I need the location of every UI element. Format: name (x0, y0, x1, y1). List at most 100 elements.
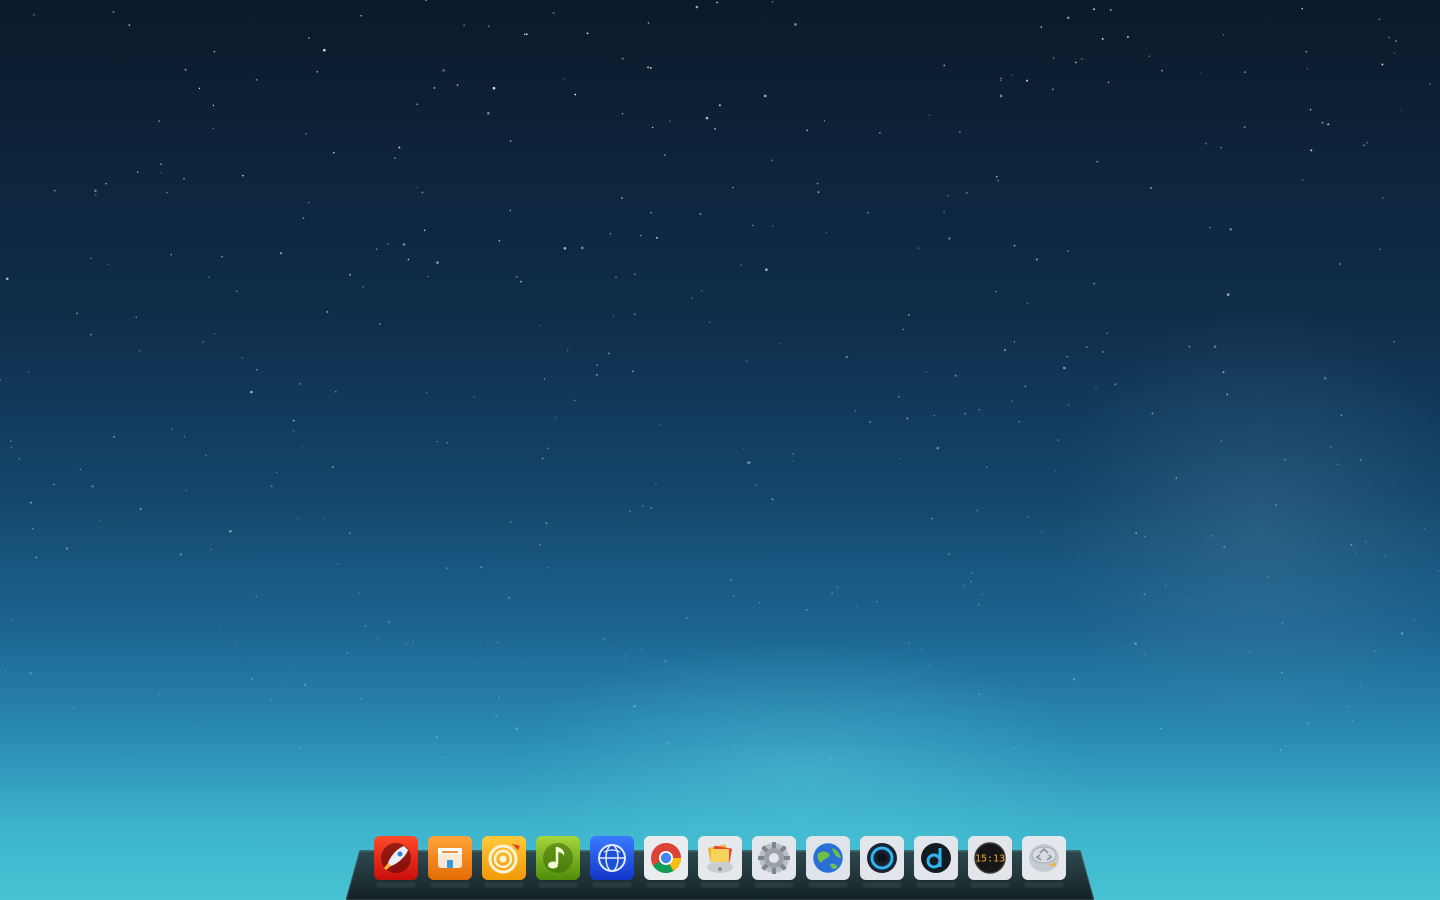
dock-item-trash[interactable] (1022, 836, 1066, 888)
star (480, 565, 483, 569)
star (1429, 714, 1431, 717)
star (943, 64, 946, 67)
star (977, 603, 980, 606)
star (1279, 749, 1282, 752)
star (35, 556, 38, 559)
dock-item-browser[interactable] (590, 836, 634, 888)
star (633, 313, 636, 316)
star (160, 172, 162, 174)
star (1041, 531, 1043, 534)
star (302, 445, 304, 447)
star (1134, 642, 1137, 645)
star (442, 69, 445, 72)
star (1429, 83, 1431, 85)
star (387, 620, 391, 624)
star (898, 704, 900, 706)
dock-item-clock[interactable]: 15:13 (968, 836, 1012, 888)
star (1365, 541, 1367, 543)
star (498, 696, 500, 699)
dock-item-photo-viewer[interactable] (698, 836, 742, 888)
star (79, 468, 81, 471)
star (1226, 393, 1229, 396)
star (1404, 744, 1407, 747)
star (976, 509, 979, 512)
star (1306, 68, 1308, 70)
dock-item-file-manager[interactable] (428, 836, 472, 888)
star (292, 430, 295, 432)
star (1339, 263, 1342, 265)
star (1013, 341, 1016, 343)
star (509, 209, 511, 212)
star (522, 660, 525, 663)
star (691, 297, 694, 299)
star (1135, 532, 1138, 535)
star (487, 111, 490, 115)
star (642, 504, 644, 507)
star (378, 323, 381, 325)
star (416, 186, 418, 189)
dock-item-media-player[interactable] (482, 836, 526, 888)
star (376, 638, 379, 640)
star (427, 275, 429, 278)
star (73, 706, 76, 709)
star (962, 584, 965, 587)
dock-item-launcher[interactable] (374, 836, 418, 888)
desktop[interactable]: 15:13 (0, 0, 1440, 900)
star (436, 261, 439, 264)
star (1350, 544, 1353, 546)
star (997, 179, 999, 182)
star (1095, 388, 1097, 390)
star (647, 22, 650, 24)
star (1026, 79, 1028, 82)
star (210, 548, 212, 550)
star (629, 510, 631, 513)
star (1109, 9, 1112, 11)
star (1072, 678, 1076, 681)
star (1355, 551, 1358, 554)
star (486, 641, 489, 643)
star (298, 382, 301, 385)
dock-item-reflection (862, 882, 902, 888)
star (1360, 684, 1362, 686)
star (303, 657, 305, 660)
star (1306, 722, 1309, 725)
star (32, 527, 34, 530)
gear-icon (752, 836, 796, 880)
star (771, 498, 774, 501)
star (1000, 79, 1002, 82)
dock-item-video-player[interactable] (860, 836, 904, 888)
star (113, 435, 115, 438)
star (856, 605, 858, 607)
star (733, 595, 735, 597)
star (346, 652, 348, 655)
star (667, 742, 670, 744)
dock-item-deepin-music[interactable] (914, 836, 958, 888)
star (275, 471, 278, 474)
dock-item-system-settings[interactable] (752, 836, 796, 888)
star (596, 364, 598, 366)
star (523, 33, 526, 35)
star (631, 370, 634, 373)
star (407, 258, 410, 261)
star (307, 201, 310, 204)
star (655, 483, 657, 485)
star (1351, 719, 1354, 722)
star (1188, 345, 1191, 348)
trash-icon (1022, 836, 1066, 880)
folder-box-icon (428, 836, 472, 880)
star (640, 234, 642, 237)
star (615, 276, 617, 278)
star (323, 518, 325, 520)
dock-item-web-browser[interactable] (806, 836, 850, 888)
star (1063, 366, 1066, 370)
dock-item-music[interactable] (536, 836, 580, 888)
star (1220, 147, 1222, 149)
star (574, 93, 577, 96)
star (305, 133, 307, 135)
star (376, 248, 378, 250)
star (402, 243, 406, 246)
dock-item-google-chrome[interactable] (644, 836, 688, 888)
star (921, 731, 924, 734)
star (621, 57, 624, 60)
star (908, 313, 910, 316)
